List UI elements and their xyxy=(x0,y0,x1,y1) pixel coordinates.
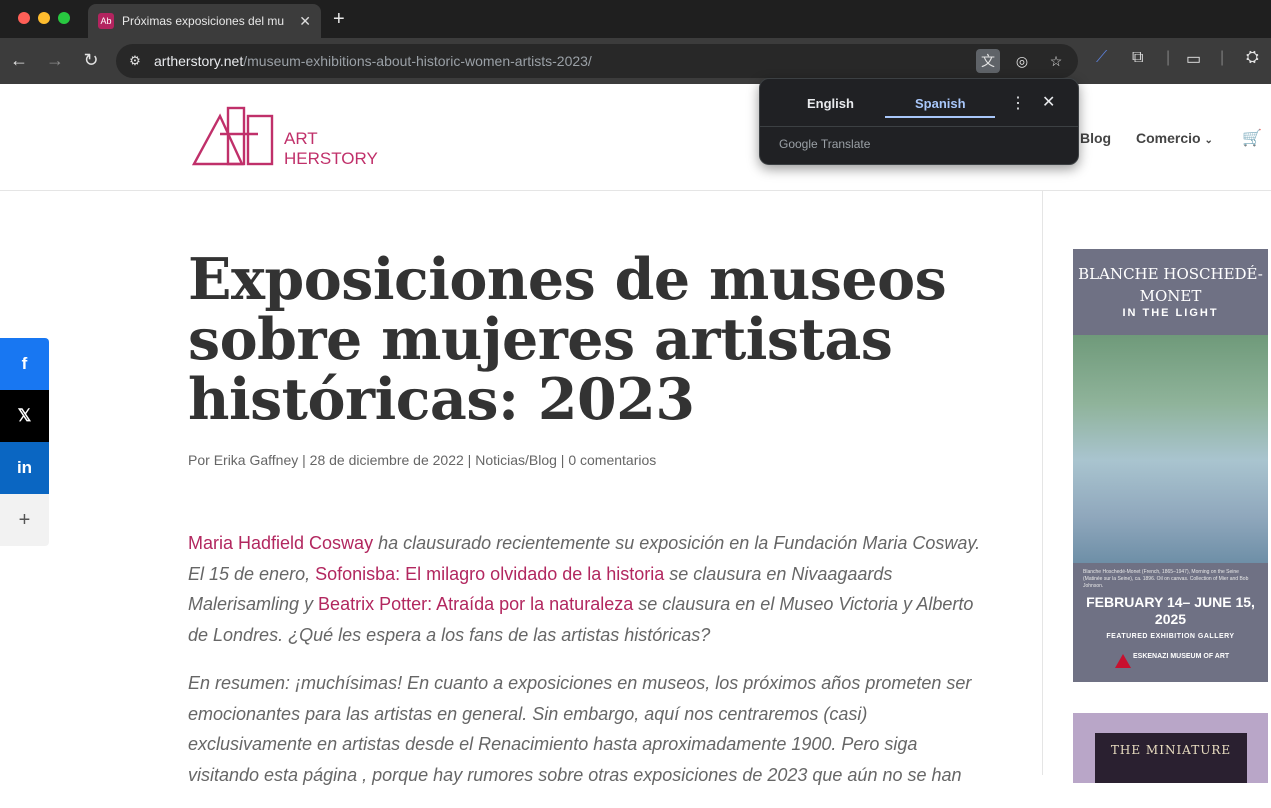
share-facebook-button[interactable]: f xyxy=(0,338,49,390)
popup-divider xyxy=(760,126,1078,127)
logo-text-herstory: HERSTORY xyxy=(284,149,378,168)
maximize-window-button[interactable] xyxy=(58,12,70,24)
meta-separator: | xyxy=(298,452,310,468)
paragraph-1: Maria Hadfield Cosway ha clausurado reci… xyxy=(188,528,988,650)
bookmark-star-icon[interactable]: ☆ xyxy=(1044,49,1068,73)
ad-dates: FEBRUARY 14– JUNE 15, 2025 xyxy=(1086,594,1255,627)
browser-tab-strip: Ab Próximas exposiciones del mu ✕ + xyxy=(0,0,1271,38)
site-info-icon[interactable]: ⚙ xyxy=(124,50,146,72)
author-link[interactable]: Erika Gaffney xyxy=(214,452,299,468)
ad-title: BLANCHE HOSCHEDÉ-MONET xyxy=(1078,265,1263,305)
ad2-title: THE MINIATURE xyxy=(1110,743,1232,757)
tab-search-icon[interactable]: ▭ xyxy=(1186,49,1201,69)
translate-icon[interactable]: 文 xyxy=(976,49,1000,73)
close-window-button[interactable] xyxy=(18,12,30,24)
incognito-profile-icon[interactable]: ⛭ xyxy=(1246,49,1259,67)
extensions-puzzle-icon[interactable]: ⧉ xyxy=(1132,49,1143,67)
link-maria-cosway[interactable]: Maria Hadfield Cosway xyxy=(188,533,373,553)
ad-frame: THE MINIATURE xyxy=(1095,733,1247,783)
close-icon[interactable]: ✕ xyxy=(1042,92,1055,112)
linkedin-icon: in xyxy=(16,458,33,477)
reload-icon[interactable]: ↻ xyxy=(80,49,102,71)
translate-target-tab[interactable]: Spanish xyxy=(915,96,966,111)
facebook-icon: f xyxy=(21,354,28,373)
ad-painting-image xyxy=(1073,335,1268,563)
google-translate-brand: Google Translate xyxy=(779,137,871,151)
comments-link[interactable]: 0 comentarios xyxy=(568,452,656,468)
ad-museum-name: ESKENAZI MUSEUM OF ART xyxy=(1133,653,1230,660)
site-header: ART HERSTORY Blog Comercio ⌄ 🛒 xyxy=(0,84,1271,191)
sidebar-divider xyxy=(1042,191,1043,775)
toolbar-divider: | xyxy=(1220,49,1225,66)
share-x-button[interactable]: 𝕏 xyxy=(0,390,49,442)
forward-icon[interactable]: → xyxy=(44,49,66,71)
link-sofonisba[interactable]: Sofonisba: El milagro olvidado de la his… xyxy=(315,564,664,584)
x-icon: 𝕏 xyxy=(17,406,32,425)
paragraph-2: En resumen: ¡muchísimas! En cuanto a exp… xyxy=(188,673,972,785)
post-meta: Por Erika Gaffney | 28 de diciembre de 2… xyxy=(188,452,988,468)
link-beatrix-potter[interactable]: Beatrix Potter: Atraída por la naturalez… xyxy=(318,594,633,614)
url-text[interactable]: artherstory.net/museum-exhibitions-about… xyxy=(154,53,592,69)
minimize-window-button[interactable] xyxy=(38,12,50,24)
ad-caption: Blanche Hoschedé-Monet (French, 1865–194… xyxy=(1083,569,1249,589)
ad-gallery: FEATURED EXHIBITION GALLERY xyxy=(1106,633,1235,640)
translate-source-tab[interactable]: English xyxy=(807,96,854,111)
chevron-down-icon: ⌄ xyxy=(1204,135,1213,146)
share-linkedin-button[interactable]: in xyxy=(0,442,49,494)
meta-separator: | xyxy=(463,452,476,468)
logo-text-art: ART xyxy=(284,129,318,148)
eye-off-icon[interactable]: ◎ xyxy=(1010,49,1034,73)
nav-blog-link[interactable]: Blog xyxy=(1080,130,1111,146)
meta-prefix: Por xyxy=(188,452,214,468)
ad-subtitle: IN THE LIGHT xyxy=(1122,307,1219,319)
nav-shop-link[interactable]: Comercio ⌄ xyxy=(1136,130,1213,146)
share-more-button[interactable]: + xyxy=(0,494,49,546)
browser-toolbar: ← → ↻ ⚙ artherstory.net/museum-exhibitio… xyxy=(0,38,1271,84)
plus-icon: + xyxy=(18,509,31,531)
exhibition-ad-miniature[interactable]: THE MINIATURE xyxy=(1073,713,1268,783)
art-herstory-logo[interactable]: ART HERSTORY xyxy=(191,106,392,170)
address-bar[interactable]: ⚙ artherstory.net/museum-exhibitions-abo… xyxy=(116,44,1078,78)
article: Exposiciones de museos sobre mujeres art… xyxy=(188,250,988,808)
active-tab-indicator xyxy=(885,116,995,118)
site-favicon-icon: Ab xyxy=(98,13,114,29)
post-date: 28 de diciembre de 2022 xyxy=(309,452,464,468)
new-tab-icon[interactable]: + xyxy=(333,8,345,31)
extension-icon[interactable]: ⟋ xyxy=(1096,49,1107,67)
shopping-cart-icon[interactable]: 🛒 xyxy=(1242,128,1262,148)
tab-title: Próximas exposiciones del mu xyxy=(122,14,285,28)
more-options-icon[interactable]: ⋮ xyxy=(1010,93,1026,113)
translate-popup: English Spanish ⋮ ✕ Google Translate xyxy=(759,78,1079,165)
close-tab-icon[interactable]: ✕ xyxy=(299,13,311,30)
category-link[interactable]: Noticias/Blog xyxy=(475,452,557,468)
back-icon[interactable]: ← xyxy=(8,49,30,71)
meta-separator: | xyxy=(556,452,569,468)
toolbar-divider: | xyxy=(1166,49,1171,66)
post-title: Exposiciones de museos sobre mujeres art… xyxy=(188,246,947,433)
museum-logo-icon xyxy=(1115,654,1131,668)
browser-tab[interactable]: Ab Próximas exposiciones del mu ✕ xyxy=(88,4,321,38)
post-content: Maria Hadfield Cosway ha clausurado reci… xyxy=(188,528,988,790)
exhibition-ad-blanche[interactable]: BLANCHE HOSCHEDÉ-MONET IN THE LIGHT Blan… xyxy=(1073,249,1268,682)
